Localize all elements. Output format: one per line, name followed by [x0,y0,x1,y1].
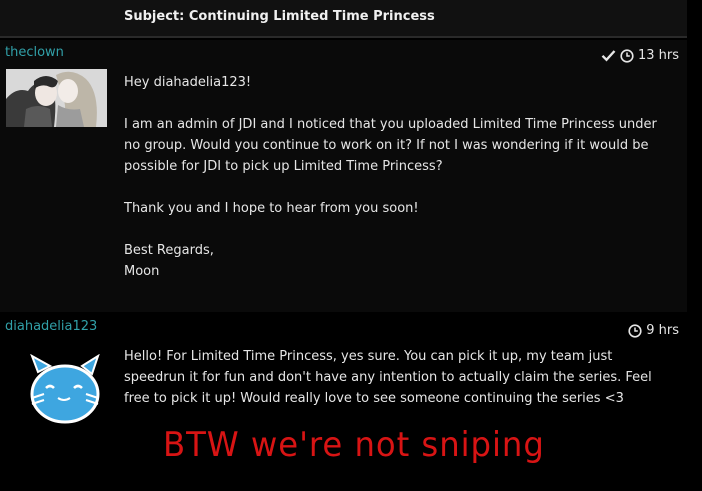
post-body: Hello! For Limited Time Princess, yes su… [124,346,676,409]
clock-icon [628,323,642,338]
post-paragraph: I am an admin of JDI and I noticed that … [124,117,657,174]
post-time: 13 hrs [637,48,679,63]
avatar[interactable] [24,353,104,426]
post-meta: 9 hrs [628,323,679,338]
annotation-overlay: BTW we're not sniping [163,425,545,465]
clock-icon [620,48,634,63]
post-time: 9 hrs [646,323,679,338]
post-paragraph: Hey diahadelia123! [124,75,252,90]
subject-title: Subject: Continuing Limited Time Princes… [124,9,435,24]
post-username[interactable]: theclown [5,45,64,60]
post-paragraph: Hello! For Limited Time Princess, yes su… [124,349,652,406]
post-meta: 13 hrs [601,48,679,63]
post-paragraph: Best Regards, Moon [124,243,214,279]
avatar[interactable] [6,69,107,127]
post-username[interactable]: diahadelia123 [5,319,97,334]
checkmark-icon [601,49,616,62]
message-post: theclown 13 hrs Hey diahadelia123! I am … [0,40,687,312]
post-paragraph: Thank you and I hope to hear from you so… [124,201,419,216]
subject-header: Subject: Continuing Limited Time Princes… [0,0,687,38]
post-body: Hey diahadelia123! I am an admin of JDI … [124,72,676,282]
